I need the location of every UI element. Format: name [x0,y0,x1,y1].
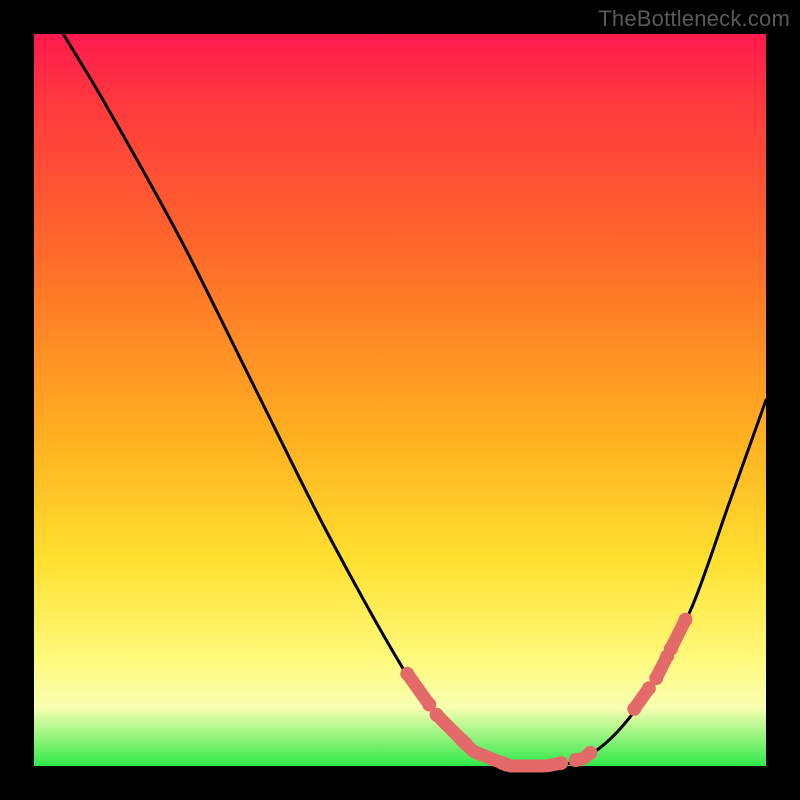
highlight-dot [583,746,597,760]
highlight-dot [499,758,513,772]
plot-area [34,34,766,766]
highlight-dot [649,671,663,685]
highlight-dot [664,642,678,656]
highlight-dot [554,756,568,770]
highlight-dot [678,613,692,627]
bottleneck-curve [34,34,766,766]
watermark-text: TheBottleneck.com [598,6,790,32]
highlight-dot [400,667,414,681]
highlight-segment [506,763,561,766]
highlight-dot [569,753,583,767]
highlight-dot [459,737,473,751]
highlight-dot [627,702,641,716]
outer-frame: TheBottleneck.com [0,0,800,800]
highlight-dot [430,708,444,722]
